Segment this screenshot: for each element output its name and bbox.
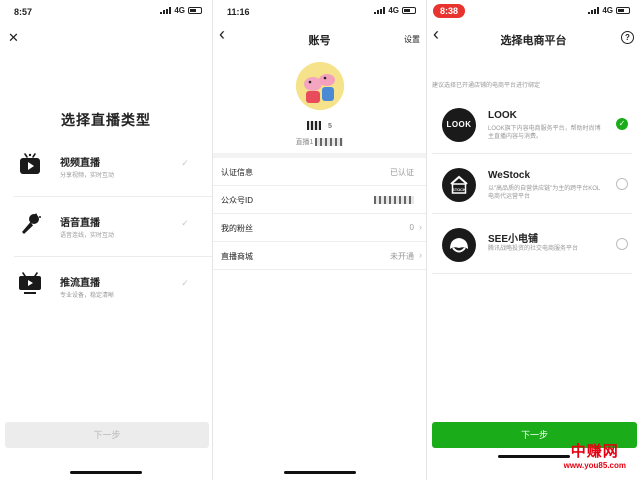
status-time: 8:38 <box>433 4 466 18</box>
row-label: 直播商城 <box>221 252 253 261</box>
battery-icon <box>616 7 630 14</box>
option-desc: 专业设备，稳定清晰 <box>60 293 115 299</box>
signal-icon <box>374 7 386 14</box>
radio-unselected[interactable] <box>616 238 628 250</box>
info-row-live-shop[interactable]: 直播商城 未开通 › <box>213 242 426 270</box>
redacted-mark <box>315 138 344 147</box>
signal-icon <box>160 7 172 14</box>
selected-check-icon[interactable]: ✓ <box>616 118 628 130</box>
microphone-icon <box>22 213 41 234</box>
account-nickname: 5 <box>213 120 426 131</box>
redacted-mark <box>307 120 322 130</box>
check-icon: ✓ <box>181 218 189 228</box>
platform-option-see[interactable]: SEE小电铺 腾讯战略投资的社交电商服务平台 <box>432 218 632 274</box>
nav-bar: ‹ 账号 设置 <box>213 25 426 52</box>
watermark-url: www.you85.com <box>563 461 626 470</box>
status-bar: 11:16 4G <box>213 0 426 24</box>
platform-desc: LOOK旗下内容电商服务平台，帮助时尚博主直播内容与消费。 <box>488 126 601 140</box>
platform-option-westock[interactable]: STOCK WeStock 以"高品质的自营供应链"为主的跨平台KOL电商代运营… <box>432 158 632 214</box>
divider <box>14 196 212 197</box>
check-icon: ✓ <box>181 158 189 168</box>
info-row-certification[interactable]: 认证信息 已认证 <box>213 158 426 186</box>
status-bar: 8:38 4G <box>427 0 640 24</box>
home-indicator <box>283 471 356 474</box>
page-title: 账号 <box>308 35 331 47</box>
platform-desc: 以"高品质的自营供应链"为主的跨平台KOL电商代运营平台 <box>488 186 601 200</box>
platform-option-look[interactable]: LOOK LOOK LOOK旗下内容电商服务平台，帮助时尚博主直播内容与消费。 … <box>432 98 632 154</box>
screenshot-collage: 8:57 4G ✕ 选择直播类型 视频直播 分享视频，实时互动 ✓ 语音直播 语… <box>0 0 640 480</box>
avatar[interactable] <box>296 62 344 110</box>
network-type: 4G <box>388 6 399 15</box>
option-title: 语音直播 <box>60 218 100 229</box>
nav-bar: ✕ <box>0 26 212 52</box>
row-value: 已认证 <box>390 168 414 177</box>
chevron-right-icon: › <box>419 250 422 260</box>
account-screen: 11:16 4G ‹ 账号 设置 5 直播1 认证信息 已认证 公众号ID 我的… <box>213 0 426 480</box>
platform-hint: 建议选择已开通店铺的电商平台进行绑定 <box>432 83 541 89</box>
account-sub-id: 直播1 <box>213 137 426 147</box>
cartoon-avatar-image <box>296 62 344 110</box>
status-indicators: 4G <box>588 6 630 15</box>
option-title: 视频直播 <box>60 158 100 169</box>
next-button-disabled[interactable]: 下一步 <box>5 422 209 448</box>
live-type-option-video[interactable]: 视频直播 分享视频，实时互动 ✓ <box>0 146 212 190</box>
divider <box>14 256 212 257</box>
status-indicators: 4G <box>374 6 416 15</box>
close-icon[interactable]: ✕ <box>8 30 19 46</box>
option-desc: 语音连线，实时互动 <box>60 233 115 239</box>
settings-button[interactable]: 设置 <box>404 34 420 45</box>
help-icon[interactable]: ? <box>621 31 634 44</box>
chevron-right-icon: › <box>419 222 422 232</box>
row-value-redacted <box>374 195 414 204</box>
status-time: 8:57 <box>14 7 33 17</box>
monitor-stream-icon <box>19 272 41 294</box>
video-live-icon <box>20 153 40 174</box>
row-value: 未开通 <box>390 252 414 261</box>
signal-icon <box>588 7 600 14</box>
home-indicator <box>497 455 570 458</box>
row-label: 认证信息 <box>221 168 253 177</box>
row-label: 公众号ID <box>221 196 253 205</box>
ecommerce-platform-screen: 8:38 4G ‹ 选择电商平台 ? 建议选择已开通店铺的电商平台进行绑定 LO… <box>427 0 640 480</box>
row-label: 我的粉丝 <box>221 224 253 233</box>
status-indicators: 4G <box>160 6 202 15</box>
home-indicator <box>70 471 142 474</box>
status-time: 11:16 <box>227 7 250 17</box>
nav-bar: ‹ 选择电商平台 ? <box>427 25 640 52</box>
battery-icon <box>402 7 416 14</box>
westock-logo-icon: STOCK <box>442 168 476 202</box>
platform-desc: 腾讯战略投资的社交电商服务平台 <box>488 246 579 252</box>
radio-unselected[interactable] <box>616 178 628 190</box>
platform-name: SEE小电铺 <box>488 234 539 245</box>
watermark: 中赚网 www.you85.com <box>564 440 626 470</box>
live-type-option-stream[interactable]: 推流直播 专业设备，稳定清晰 ✓ <box>0 266 212 310</box>
platform-name: WeStock <box>488 170 531 181</box>
option-desc: 分享视频，实时互动 <box>60 173 115 179</box>
page-title: 选择电商平台 <box>500 35 567 47</box>
check-icon: ✓ <box>181 278 189 288</box>
info-row-account-id[interactable]: 公众号ID <box>213 186 426 214</box>
see-logo-icon <box>442 228 476 262</box>
row-value: 0 <box>409 223 414 232</box>
page-title: 选择直播类型 <box>61 112 151 128</box>
look-logo-icon: LOOK <box>442 108 476 142</box>
network-type: 4G <box>174 6 185 15</box>
watermark-title: 中赚网 <box>570 443 619 460</box>
network-type: 4G <box>602 6 613 15</box>
status-bar: 8:57 4G <box>0 0 212 24</box>
live-type-option-voice[interactable]: 语音直播 语音连线，实时互动 ✓ <box>0 206 212 250</box>
live-type-screen: 8:57 4G ✕ 选择直播类型 视频直播 分享视频，实时互动 ✓ 语音直播 语… <box>0 0 212 480</box>
info-row-fans[interactable]: 我的粉丝 0 › <box>213 214 426 242</box>
option-title: 推流直播 <box>60 278 100 289</box>
battery-icon <box>188 7 202 14</box>
platform-name: LOOK <box>488 110 517 121</box>
